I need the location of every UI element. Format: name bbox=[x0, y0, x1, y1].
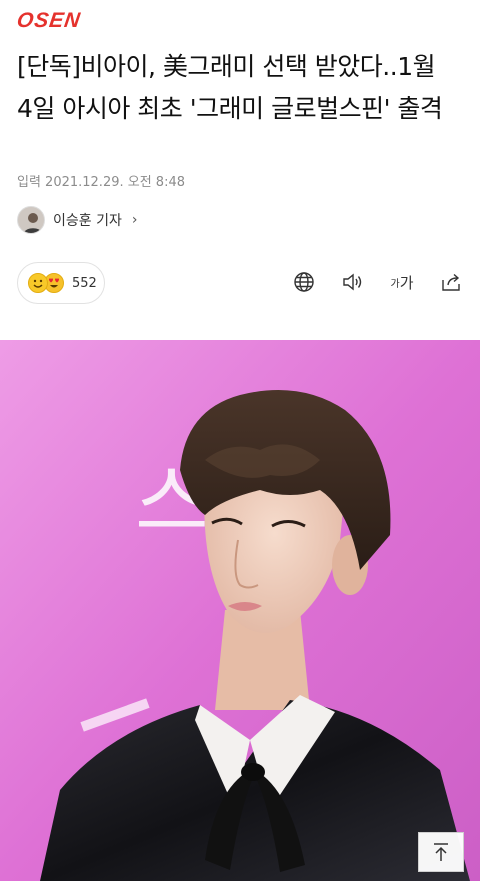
reporter-avatar bbox=[17, 206, 45, 234]
osen-logo[interactable]: OSEN bbox=[15, 9, 82, 32]
article-page: OSEN [단독]비아이, 美그래미 선택 받았다..1월 4일 아시아 최초 … bbox=[0, 0, 480, 881]
article-headline: [단독]비아이, 美그래미 선택 받았다..1월 4일 아시아 최초 '그래미 … bbox=[17, 52, 443, 123]
published-date: 입력 2021.12.29. 오전 8:48 bbox=[17, 175, 185, 190]
share-icon[interactable] bbox=[438, 268, 464, 296]
article-toolbar: 가가 bbox=[291, 268, 464, 296]
font-size-large-label: 가 bbox=[399, 273, 414, 292]
reaction-count: 552 bbox=[72, 275, 97, 291]
font-size-icon[interactable]: 가가 bbox=[389, 268, 415, 296]
reporter-name: 이승훈 기자 bbox=[53, 213, 122, 229]
smile-emoji-icon bbox=[28, 273, 48, 293]
reporter-link[interactable]: 이승훈 기자 › bbox=[17, 206, 137, 234]
scroll-to-top-button[interactable] bbox=[418, 832, 464, 872]
globe-icon[interactable] bbox=[291, 268, 317, 296]
article-photo: 스 bbox=[0, 340, 480, 881]
arrow-up-icon bbox=[434, 843, 448, 861]
font-size-small-label: 가 bbox=[390, 278, 400, 290]
speaker-icon[interactable] bbox=[340, 268, 366, 296]
reaction-button[interactable]: 552 bbox=[17, 262, 105, 304]
chevron-right-icon: › bbox=[131, 212, 138, 228]
